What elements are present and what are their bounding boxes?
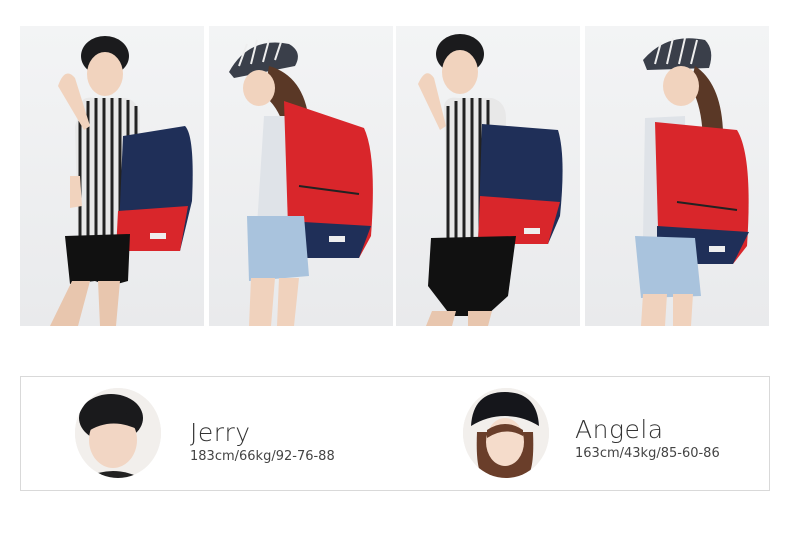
angela-red-backpack-image-2 [635,37,749,326]
model-info-card: Jerry 183cm/66kg/92-76-88 Angela 163cm/4… [20,376,770,491]
model-stats-angela: 163cm/43kg/85-60-86 [575,446,720,461]
model-name-jerry: Jerry [190,418,251,447]
model-jerry: Jerry 183cm/66kg/92-76-88 [21,377,396,492]
avatar-jerry [75,388,161,478]
angela-red-backpack-image [229,39,373,326]
model-photo-gallery [20,26,772,326]
model-name-angela: Angela [575,415,664,444]
angela-portrait-image [463,388,549,478]
photo-jerry-side [20,26,204,326]
jerry-navy-backpack-image-2 [418,34,563,326]
jerry-portrait-image [75,388,161,478]
model-stats-jerry: 183cm/66kg/92-76-88 [190,449,335,464]
photo-angela-side [209,26,393,326]
jerry-navy-backpack-image [50,36,193,326]
photo-angela-back [585,26,769,326]
avatar-angela [463,388,549,478]
model-angela: Angela 163cm/43kg/85-60-86 [396,377,769,492]
photo-jerry-back [396,26,580,326]
